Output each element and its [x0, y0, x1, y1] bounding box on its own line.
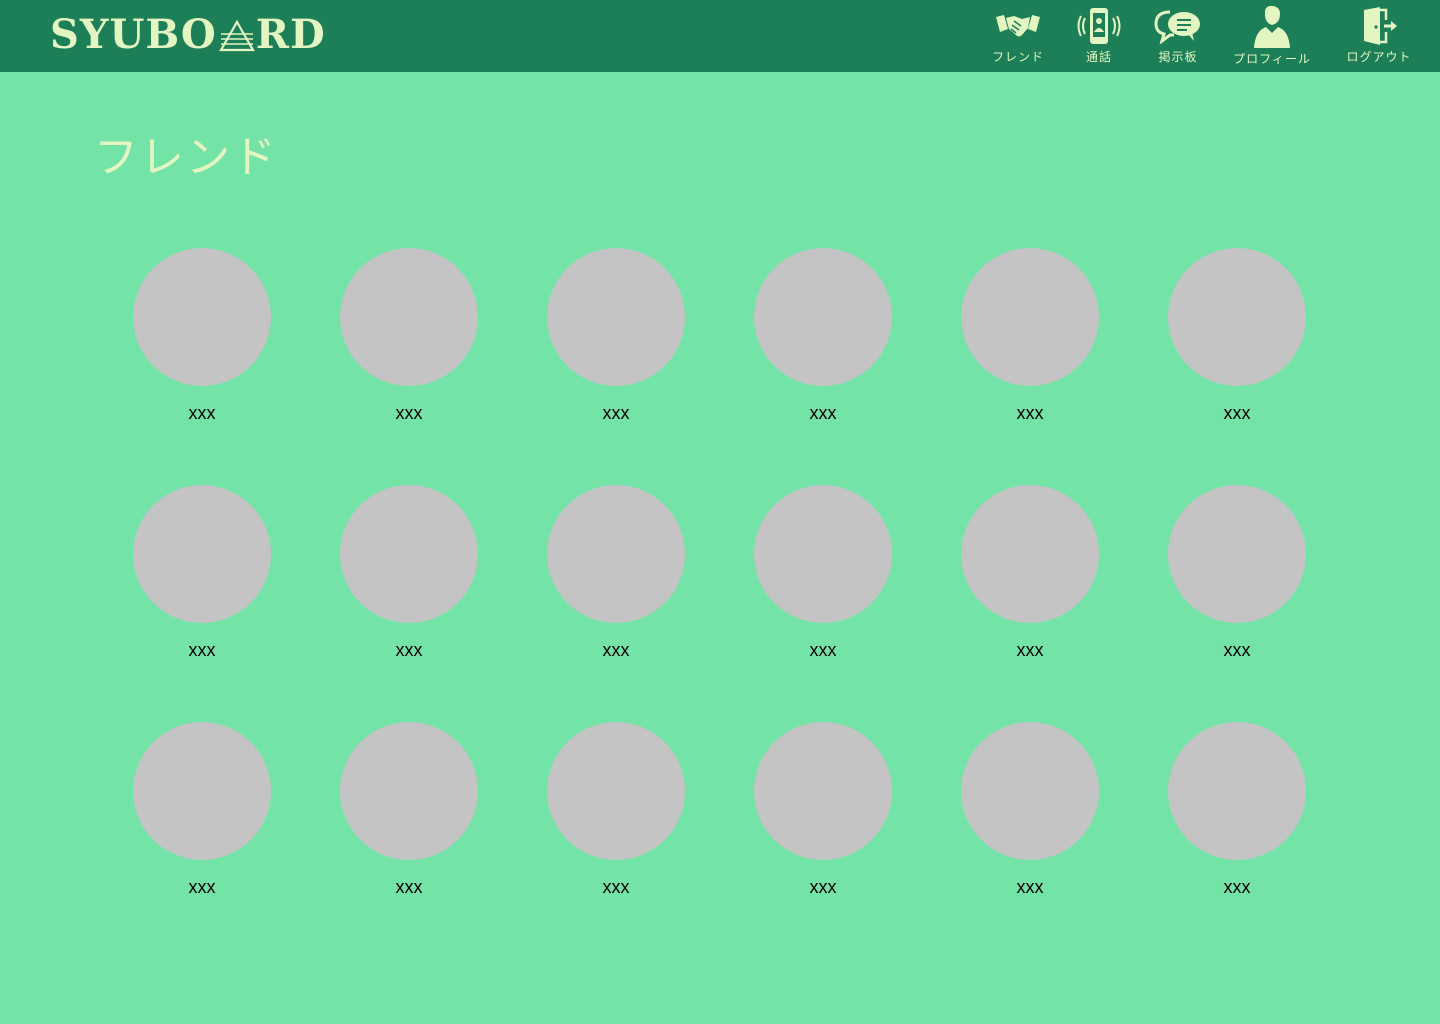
avatar[interactable] [340, 248, 478, 386]
friend-name: xxx [809, 640, 837, 660]
friend-name: xxx [395, 640, 423, 660]
friend-item[interactable]: xxx [541, 248, 691, 438]
friend-item[interactable]: xxx [127, 722, 277, 912]
friend-item[interactable]: xxx [748, 248, 898, 438]
avatar[interactable] [754, 722, 892, 860]
friend-item[interactable]: xxx [955, 485, 1105, 675]
avatar[interactable] [340, 722, 478, 860]
avatar[interactable] [547, 722, 685, 860]
friend-item[interactable]: xxx [334, 248, 484, 438]
friend-name: xxx [188, 640, 216, 660]
friend-item[interactable]: xxx [955, 248, 1105, 438]
avatar[interactable] [133, 722, 271, 860]
friend-item[interactable]: xxx [748, 722, 898, 912]
friend-item[interactable]: xxx [541, 722, 691, 912]
friend-name: xxx [395, 877, 423, 897]
friend-item[interactable]: xxx [541, 485, 691, 675]
avatar[interactable] [961, 485, 1099, 623]
avatar[interactable] [1168, 722, 1306, 860]
avatar[interactable] [340, 485, 478, 623]
friend-name: xxx [602, 403, 630, 423]
friend-name: xxx [809, 403, 837, 423]
friend-name: xxx [602, 877, 630, 897]
avatar[interactable] [547, 485, 685, 623]
friend-name: xxx [602, 640, 630, 660]
avatar[interactable] [133, 485, 271, 623]
avatar[interactable] [1168, 248, 1306, 386]
friend-name: xxx [1016, 640, 1044, 660]
friend-name: xxx [1016, 403, 1044, 423]
avatar[interactable] [754, 248, 892, 386]
friend-item[interactable]: xxx [955, 722, 1105, 912]
avatar[interactable] [754, 485, 892, 623]
friend-name: xxx [1223, 403, 1251, 423]
avatar[interactable] [1168, 485, 1306, 623]
friend-name: xxx [395, 403, 423, 423]
friend-item[interactable]: xxx [1162, 248, 1312, 438]
friend-name: xxx [809, 877, 837, 897]
friend-item[interactable]: xxx [1162, 485, 1312, 675]
friend-item[interactable]: xxx [748, 485, 898, 675]
friends-grid: xxx xxx xxx xxx xxx xxx xxx xxx xxx xxx … [0, 0, 1440, 1024]
avatar[interactable] [961, 722, 1099, 860]
friend-item[interactable]: xxx [1162, 722, 1312, 912]
friend-item[interactable]: xxx [334, 722, 484, 912]
friend-item[interactable]: xxx [127, 248, 277, 438]
friend-item[interactable]: xxx [127, 485, 277, 675]
avatar[interactable] [961, 248, 1099, 386]
avatar[interactable] [133, 248, 271, 386]
friend-name: xxx [1223, 640, 1251, 660]
friend-name: xxx [1016, 877, 1044, 897]
friend-name: xxx [1223, 877, 1251, 897]
friend-name: xxx [188, 877, 216, 897]
friend-name: xxx [188, 403, 216, 423]
avatar[interactable] [547, 248, 685, 386]
friend-item[interactable]: xxx [334, 485, 484, 675]
